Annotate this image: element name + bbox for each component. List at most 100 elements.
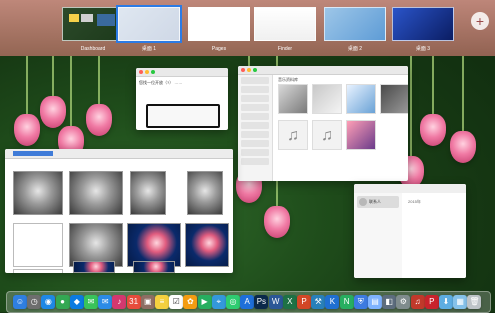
- fullscreen-icon[interactable]: [253, 68, 257, 72]
- photo-thumbnail[interactable]: [13, 223, 63, 267]
- space-pages[interactable]: Pages: [188, 7, 250, 53]
- window-titlebar[interactable]: [238, 66, 408, 75]
- messages-window[interactable]: 联系人 2015年: [354, 184, 466, 278]
- calendar-icon[interactable]: 31: [126, 295, 141, 309]
- pages-window[interactable]: 您找一位开放（?） ……: [136, 68, 228, 130]
- dock-icon-glyph: Ps: [256, 297, 267, 306]
- excel-icon[interactable]: X: [282, 295, 297, 309]
- album-cover[interactable]: ♫: [312, 120, 342, 150]
- mail-icon[interactable]: ✉: [98, 295, 113, 309]
- photos-icon[interactable]: ✿: [183, 295, 198, 309]
- photo-thumbnail[interactable]: [13, 171, 63, 215]
- music-window[interactable]: 音乐资料库 ♫ ♫: [238, 66, 408, 181]
- minimize-icon[interactable]: [145, 70, 149, 74]
- messages-icon[interactable]: ✉: [84, 295, 98, 309]
- dock-icon-glyph: ☺: [15, 297, 25, 306]
- trash-icon[interactable]: 🗑: [467, 295, 482, 309]
- sidebar-item[interactable]: [241, 95, 269, 102]
- album-cover[interactable]: [346, 84, 376, 114]
- conversation-meta: 2015年: [408, 199, 421, 204]
- flower: [450, 131, 476, 163]
- space-label: Finder: [277, 46, 293, 52]
- window-titlebar[interactable]: [136, 68, 228, 77]
- photo-thumbnail[interactable]: [73, 261, 115, 273]
- photo-thumbnail[interactable]: [187, 171, 223, 215]
- downloads-icon[interactable]: ⬇: [439, 295, 453, 309]
- conversation-item[interactable]: 联系人: [357, 196, 399, 208]
- photoshop-icon[interactable]: Ps: [254, 295, 269, 309]
- wechat-icon[interactable]: ◎: [226, 295, 240, 309]
- xcode-icon[interactable]: ⚒: [311, 295, 326, 309]
- photo-thumbnail[interactable]: [185, 223, 229, 267]
- album-cover[interactable]: [380, 84, 408, 114]
- space-desktop-3[interactable]: 桌面 3: [392, 7, 454, 53]
- photo-thumbnail[interactable]: [130, 171, 166, 215]
- powerpoint-icon[interactable]: P: [297, 295, 311, 309]
- flower-stem: [462, 56, 464, 136]
- album-cover[interactable]: [346, 120, 376, 150]
- qq-icon[interactable]: ◆: [69, 295, 84, 309]
- dock-icon-glyph: ♫: [414, 297, 421, 306]
- sidebar-item[interactable]: [241, 131, 269, 138]
- widget-thumbnail: [69, 14, 79, 22]
- word-icon[interactable]: W: [268, 295, 283, 309]
- facetime-icon[interactable]: ▶: [197, 295, 212, 309]
- contacts-icon[interactable]: ▣: [140, 295, 155, 309]
- sidebar-item[interactable]: [241, 140, 269, 147]
- keynote-icon[interactable]: K: [325, 295, 340, 309]
- window-toolbar[interactable]: [5, 149, 233, 159]
- sidebar-item[interactable]: [241, 77, 269, 84]
- launchpad-icon[interactable]: ◷: [27, 295, 42, 309]
- app-store-icon[interactable]: A: [240, 295, 255, 309]
- photo-thumbnail[interactable]: [13, 269, 63, 273]
- dock-icon-glyph: ✿: [187, 297, 194, 306]
- album-cover[interactable]: ♫: [278, 120, 308, 150]
- sidebar-item[interactable]: [241, 158, 269, 165]
- pinterest-icon[interactable]: P: [424, 295, 439, 309]
- dock-icon-glyph: ◎: [229, 297, 237, 306]
- system-preferences-icon[interactable]: ⚙: [396, 295, 411, 309]
- itunes-icon[interactable]: ♪: [112, 295, 127, 309]
- close-icon[interactable]: [139, 70, 143, 74]
- fullscreen-icon[interactable]: [151, 70, 155, 74]
- photo-thumbnail[interactable]: [69, 171, 123, 215]
- sidebar-item[interactable]: [241, 122, 269, 129]
- maps-icon[interactable]: ⌖: [211, 295, 226, 309]
- preview-icon[interactable]: ◧: [382, 295, 397, 309]
- contact-name: 联系人: [369, 199, 381, 204]
- space-dashboard[interactable]: Dashboard: [62, 7, 124, 53]
- space-label: Dashboard: [80, 46, 106, 52]
- music-app-icon[interactable]: ♫: [410, 295, 425, 309]
- space-thumbnail: [188, 7, 250, 41]
- notes-icon[interactable]: ≡: [155, 295, 169, 309]
- widget-thumbnail: [81, 14, 93, 22]
- dock-icon-glyph: P: [429, 297, 435, 306]
- space-finder[interactable]: Finder: [254, 7, 316, 53]
- dock-icon-glyph: ◧: [385, 297, 393, 306]
- finder-icon[interactable]: ☺: [13, 295, 27, 309]
- space-desktop-2[interactable]: 桌面 2: [324, 7, 386, 53]
- album-cover[interactable]: [278, 84, 308, 114]
- dock-icon-glyph: ●: [60, 297, 66, 306]
- minimize-icon[interactable]: [247, 68, 251, 72]
- reminders-icon[interactable]: ☑: [169, 295, 184, 309]
- photos-window[interactable]: [5, 149, 233, 273]
- chrome-icon[interactable]: ●: [55, 295, 70, 309]
- space-label: 桌面 2: [347, 46, 363, 52]
- add-space-button[interactable]: +: [471, 12, 489, 30]
- close-icon[interactable]: [241, 68, 245, 72]
- space-desktop-1[interactable]: 桌面 1: [116, 5, 182, 53]
- sidebar-item[interactable]: [241, 149, 269, 156]
- documents-icon[interactable]: ▦: [453, 295, 468, 309]
- dock-icon-glyph: K: [329, 297, 336, 306]
- sidebar-item[interactable]: [241, 104, 269, 111]
- album-cover[interactable]: [312, 84, 342, 114]
- safari-icon[interactable]: ◉: [41, 295, 56, 309]
- sidebar-item[interactable]: [241, 86, 269, 93]
- folder-icon[interactable]: ▤: [368, 295, 382, 309]
- sidebar-item[interactable]: [241, 113, 269, 120]
- security-icon[interactable]: ⛨: [353, 295, 368, 309]
- numbers-icon[interactable]: N: [339, 295, 354, 309]
- photo-thumbnail[interactable]: [133, 261, 175, 273]
- dock-icon-glyph: ▣: [144, 297, 152, 306]
